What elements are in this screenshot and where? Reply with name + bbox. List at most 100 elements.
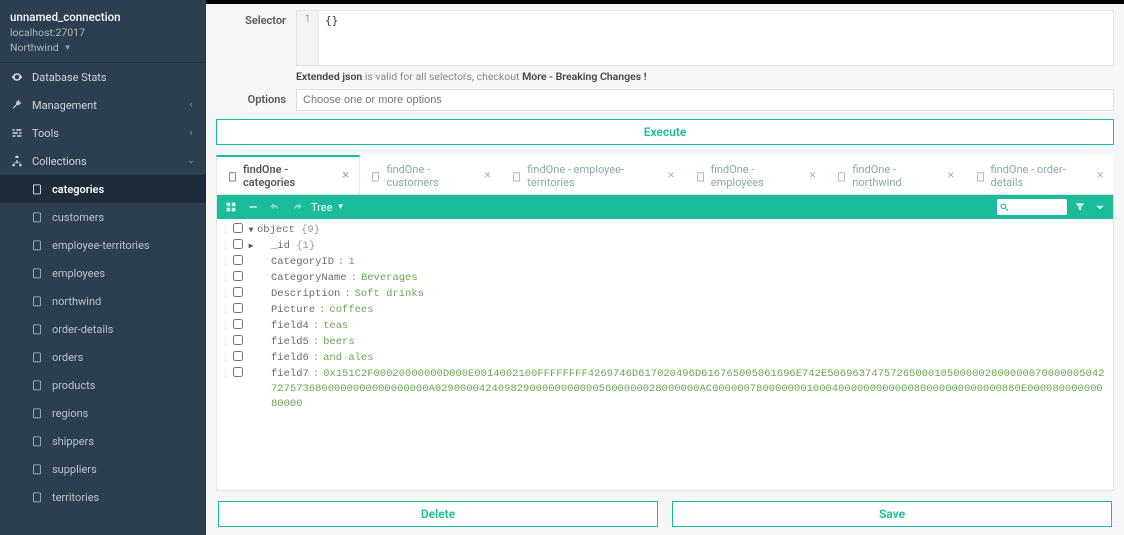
sidebar-item-shippers[interactable]: shippers <box>0 427 206 455</box>
tree-row: ⋮⋮ Picture:coffees <box>221 303 1109 319</box>
drag-handle-icon[interactable]: ⋮⋮ <box>221 335 231 350</box>
close-icon[interactable]: ✕ <box>484 171 492 181</box>
nav-item-collections[interactable]: Collections ⌄ <box>0 147 206 175</box>
redo-icon[interactable] <box>289 199 305 215</box>
results-body: ⋮⋮ ▼ object {9}⋮⋮ ▶ _id {1}⋮⋮ CategoryID… <box>217 219 1113 490</box>
sidebar-item-northwind[interactable]: northwind <box>0 287 206 315</box>
connection-db-selector[interactable]: Northwind ▾ <box>10 41 196 54</box>
tab-findone---employee-territories[interactable]: findOne - employee-territories ✕ <box>501 155 684 194</box>
collapse-panel-icon[interactable] <box>1093 200 1107 214</box>
tree-row: ⋮⋮ CategoryName:Beverages <box>221 271 1109 287</box>
collection-label: suppliers <box>52 463 196 476</box>
sidebar-item-employees[interactable]: employees <box>0 259 206 287</box>
tree-row: ⋮⋮ ▶ _id {1} <box>221 239 1109 255</box>
selector-label: Selector <box>216 10 286 27</box>
close-icon[interactable]: ✕ <box>342 171 350 181</box>
tab-label: findOne - northwind <box>852 163 940 189</box>
row-checkbox[interactable] <box>231 255 245 271</box>
editor-gutter: 1 <box>297 11 319 65</box>
tab-findone---northwind[interactable]: findOne - northwind ✕ <box>826 155 964 194</box>
selector-code[interactable]: {} <box>319 11 1113 65</box>
drag-handle-icon[interactable]: ⋮⋮ <box>221 287 231 302</box>
options-row: Options <box>216 89 1114 111</box>
close-icon[interactable]: ✕ <box>809 171 817 181</box>
book-icon <box>30 406 44 420</box>
row-checkbox[interactable] <box>231 335 245 351</box>
book-icon <box>975 171 986 182</box>
sidebar-item-employee-territories[interactable]: employee-territories <box>0 231 206 259</box>
tab-findone---employees[interactable]: findOne - employees ✕ <box>685 155 827 194</box>
book-icon <box>695 171 706 182</box>
connection-name: unnamed_connection <box>10 10 196 24</box>
sidebar-item-regions[interactable]: regions <box>0 399 206 427</box>
tree-content: Picture:coffees <box>271 303 1109 318</box>
collection-label: order-details <box>52 323 196 336</box>
chevron-left-icon: ‹ <box>186 100 196 110</box>
nav-label: Database Stats <box>32 71 196 84</box>
tab-findone---order-details[interactable]: findOne - order-details ✕ <box>965 155 1114 194</box>
nav-label: Collections <box>32 155 178 168</box>
close-icon[interactable]: ✕ <box>947 171 955 181</box>
collapse-all-icon[interactable] <box>245 199 261 215</box>
tree-content: Description:Soft drinks <box>271 287 1109 302</box>
drag-handle-icon[interactable]: ⋮⋮ <box>221 223 231 238</box>
tab-findone---customers[interactable]: findOne - customers ✕ <box>360 155 501 194</box>
drag-handle-icon[interactable]: ⋮⋮ <box>221 351 231 366</box>
chevron-down-icon[interactable]: ▼ <box>245 223 257 238</box>
results-toolbar: Tree ▾ <box>217 195 1113 219</box>
chevron-left-icon: ‹ <box>186 128 196 138</box>
sidebar-item-territories[interactable]: territories <box>0 483 206 511</box>
collection-label: regions <box>52 407 196 420</box>
drag-handle-icon[interactable]: ⋮⋮ <box>221 271 231 286</box>
book-icon <box>30 182 44 196</box>
sidebar-item-orders[interactable]: orders <box>0 343 206 371</box>
sidebar-item-order-details[interactable]: order-details <box>0 315 206 343</box>
drag-handle-icon[interactable]: ⋮⋮ <box>221 239 231 254</box>
sidebar-item-products[interactable]: products <box>0 371 206 399</box>
nav-label: Management <box>32 99 178 112</box>
tab-label: findOne - categories <box>243 163 335 189</box>
sidebar-item-customers[interactable]: customers <box>0 203 206 231</box>
filter-icon[interactable] <box>1073 200 1087 214</box>
tab-findone---categories[interactable]: findOne - categories ✕ <box>216 155 360 194</box>
row-checkbox[interactable] <box>231 303 245 319</box>
wrench-icon <box>10 98 24 112</box>
book-icon <box>30 462 44 476</box>
save-button[interactable]: Save <box>672 501 1112 527</box>
drag-handle-icon[interactable]: ⋮⋮ <box>221 319 231 334</box>
row-checkbox[interactable] <box>231 319 245 335</box>
row-checkbox[interactable] <box>231 239 245 255</box>
drag-handle-icon[interactable]: ⋮⋮ <box>221 367 231 382</box>
nav-item-database-stats[interactable]: Database Stats <box>0 63 206 91</box>
expand-all-icon[interactable] <box>223 199 239 215</box>
row-checkbox[interactable] <box>231 223 245 239</box>
sidebar-item-suppliers[interactable]: suppliers <box>0 455 206 483</box>
close-icon[interactable]: ✕ <box>667 171 675 181</box>
options-label: Options <box>216 89 286 106</box>
sidebar-item-categories[interactable]: categories <box>0 175 206 203</box>
execute-button[interactable]: Execute <box>216 119 1114 145</box>
row-checkbox[interactable] <box>231 271 245 287</box>
tree-row: ⋮⋮ Description:Soft drinks <box>221 287 1109 303</box>
tree-row: ⋮⋮ ▼ object {9} <box>221 223 1109 239</box>
delete-button[interactable]: Delete <box>218 501 658 527</box>
row-checkbox[interactable] <box>231 287 245 303</box>
tab-label: findOne - order-details <box>991 163 1090 189</box>
drag-handle-icon[interactable]: ⋮⋮ <box>221 303 231 318</box>
view-mode-selector[interactable]: Tree ▾ <box>311 201 345 214</box>
sidebar: unnamed_connection localhost:27017 North… <box>0 0 206 535</box>
chevron-right-icon[interactable]: ▶ <box>245 239 257 254</box>
results-panel: Tree ▾ ⋮⋮ ▼ object {9}⋮⋮ ▶ _id {1}⋮⋮ Cat… <box>216 195 1114 491</box>
close-icon[interactable]: ✕ <box>1096 171 1104 181</box>
selector-editor[interactable]: 1 {} <box>296 10 1114 66</box>
hint-link[interactable]: More - Breaking Changes ! <box>522 70 647 83</box>
row-checkbox[interactable] <box>231 351 245 367</box>
options-input[interactable] <box>296 89 1114 111</box>
tree-row: ⋮⋮ field6:and ales <box>221 351 1109 367</box>
row-checkbox[interactable] <box>231 367 245 383</box>
collection-label: categories <box>52 183 196 196</box>
undo-icon[interactable] <box>267 199 283 215</box>
nav-item-management[interactable]: Management ‹ <box>0 91 206 119</box>
drag-handle-icon[interactable]: ⋮⋮ <box>221 255 231 270</box>
nav-item-tools[interactable]: Tools ‹ <box>0 119 206 147</box>
